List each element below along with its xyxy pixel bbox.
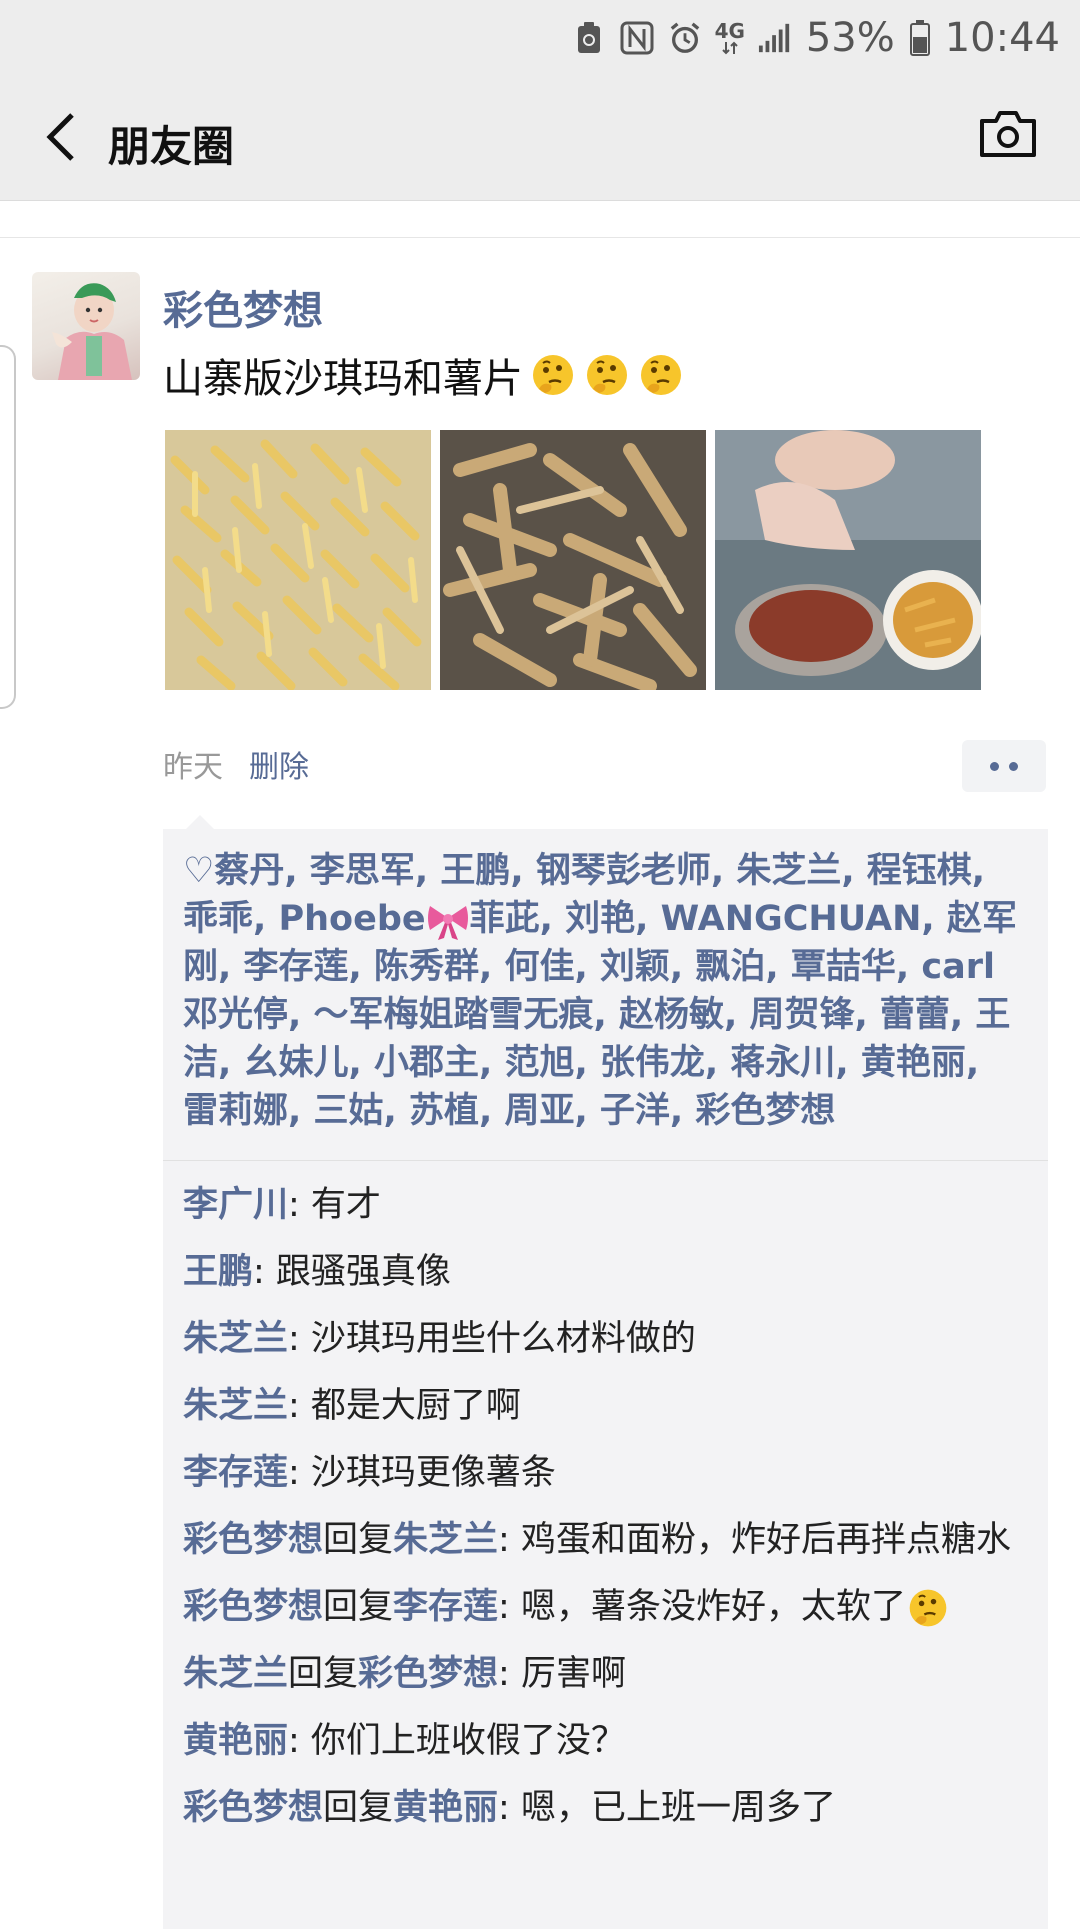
comment-text: : 沙琪玛用些什么材料做的 <box>288 1319 696 1359</box>
back-button[interactable] <box>30 107 90 167</box>
fries-tray-photo <box>165 430 431 690</box>
comment-text: : 沙琪玛更像薯条 <box>288 1453 556 1493</box>
comment-author[interactable]: 李存莲 <box>183 1453 288 1493</box>
more-actions-button[interactable] <box>962 740 1046 792</box>
comment-item[interactable]: 李存莲: 沙琪玛更像薯条 <box>183 1449 1023 1497</box>
post-time: 昨天 <box>163 750 223 785</box>
nfc-icon <box>620 19 654 57</box>
status-bar: 4G 53% 10:44 <box>0 0 1080 75</box>
fried-strips-plate-photo <box>440 430 706 690</box>
child-portrait-image <box>52 283 132 380</box>
alarm-icon <box>668 19 702 57</box>
comment-text: : 厉害啊 <box>498 1654 626 1694</box>
divider <box>0 237 1080 238</box>
ribbon-bow-icon <box>427 906 468 940</box>
comment-author[interactable]: 李广川 <box>183 1185 288 1225</box>
comment-text: : 嗯，薯条没炸好，太软了 <box>498 1587 906 1627</box>
comment-author[interactable]: 朱芝兰 <box>183 1319 288 1359</box>
post-photo-1[interactable] <box>165 430 431 690</box>
heart-icon: ♡ <box>183 851 215 891</box>
post-author[interactable]: 彩色梦想 <box>163 278 323 336</box>
reply-word: 回复 <box>323 1520 394 1560</box>
comments-list: 李广川: 有才 王鹏: 跟骚强真像 朱芝兰: 沙琪玛用些什么材料做的 朱芝兰: … <box>183 1181 1023 1851</box>
child-eating-photo <box>715 430 981 690</box>
nav-bar: 朋友圈 <box>0 75 1080 201</box>
battery-icon <box>909 19 931 57</box>
comment-item[interactable]: 王鹏: 跟骚强真像 <box>183 1248 1023 1296</box>
thinking-face-icon <box>909 1589 947 1627</box>
signal-icon <box>758 19 792 57</box>
reply-word: 回复 <box>323 1788 394 1828</box>
reply-word: 回复 <box>323 1587 394 1627</box>
post-photo-3[interactable] <box>715 430 981 690</box>
comment-author[interactable]: 彩色梦想 <box>183 1788 323 1828</box>
avatar[interactable] <box>32 272 140 380</box>
delete-link[interactable]: 删除 <box>249 742 309 786</box>
thinking-face-icon <box>533 355 573 395</box>
comment-item[interactable]: 朱芝兰回复彩色梦想: 厉害啊 <box>183 1650 1023 1698</box>
post-text-content: 山寨版沙琪玛和薯片 <box>163 356 523 402</box>
thinking-face-icon <box>641 355 681 395</box>
thinking-face-icon <box>587 355 627 395</box>
likes-list: ♡蔡丹, 李思军, 王鹏, 钢琴彭老师, 朱芝兰, 程钰棋, 乖乖, Phoeb… <box>183 847 1023 1135</box>
interaction-box: ♡蔡丹, 李思军, 王鹏, 钢琴彭老师, 朱芝兰, 程钰棋, 乖乖, Phoeb… <box>163 829 1048 1929</box>
dot-icon <box>990 761 999 771</box>
dot-icon <box>1009 761 1018 771</box>
comment-author[interactable]: 彩色梦想 <box>183 1520 323 1560</box>
comment-text: : 跟骚强真像 <box>253 1252 451 1292</box>
comment-text: : 你们上班收假了没？ <box>288 1721 626 1761</box>
reply-target[interactable]: 朱芝兰 <box>393 1520 498 1560</box>
network-type-icon: 4G <box>715 19 745 57</box>
camera-icon <box>980 111 1036 157</box>
page-title: 朋友圈 <box>108 122 235 171</box>
comment-author[interactable]: 彩色梦想 <box>183 1587 323 1627</box>
recycle-icon <box>572 19 606 57</box>
comment-item[interactable]: 朱芝兰: 都是大厨了啊 <box>183 1382 1023 1430</box>
likes-divider <box>163 1160 1048 1161</box>
comment-text: : 嗯，已上班一周多了 <box>498 1788 836 1828</box>
reply-target[interactable]: 彩色梦想 <box>358 1654 498 1694</box>
reply-target[interactable]: 李存莲 <box>393 1587 498 1627</box>
comment-item[interactable]: 彩色梦想回复黄艳丽: 嗯，已上班一周多了 <box>183 1784 1023 1832</box>
post-photo-2[interactable] <box>440 430 706 690</box>
comment-item[interactable]: 黄艳丽: 你们上班收假了没？ <box>183 1717 1023 1765</box>
post-text: 山寨版沙琪玛和薯片 <box>163 346 685 404</box>
camera-button[interactable] <box>978 109 1038 165</box>
comment-author[interactable]: 朱芝兰 <box>183 1386 288 1426</box>
box-pointer <box>186 815 214 829</box>
comment-author[interactable]: 黄艳丽 <box>183 1721 288 1761</box>
reply-word: 回复 <box>288 1654 359 1694</box>
comment-author[interactable]: 朱芝兰 <box>183 1654 288 1694</box>
comment-author[interactable]: 王鹏 <box>183 1252 253 1292</box>
status-icons: 4G 53% 10:44 <box>572 8 1060 68</box>
side-handle[interactable] <box>0 345 16 709</box>
chevron-left-icon <box>46 113 74 161</box>
clock: 10:44 <box>944 15 1060 61</box>
battery-percent: 53% <box>805 15 895 61</box>
comment-text: : 鸡蛋和面粉，炸好后再拌点糖水 <box>498 1520 1011 1560</box>
comment-item[interactable]: 彩色梦想回复朱芝兰: 鸡蛋和面粉，炸好后再拌点糖水 <box>183 1516 1023 1564</box>
reply-target[interactable]: 黄艳丽 <box>393 1788 498 1828</box>
comment-item[interactable]: 李广川: 有才 <box>183 1181 1023 1229</box>
comment-item[interactable]: 彩色梦想回复李存莲: 嗯，薯条没炸好，太软了 <box>183 1583 1023 1631</box>
comment-text: : 有才 <box>288 1185 381 1225</box>
comment-text: : 都是大厨了啊 <box>288 1386 521 1426</box>
comment-item[interactable]: 朱芝兰: 沙琪玛用些什么材料做的 <box>183 1315 1023 1363</box>
